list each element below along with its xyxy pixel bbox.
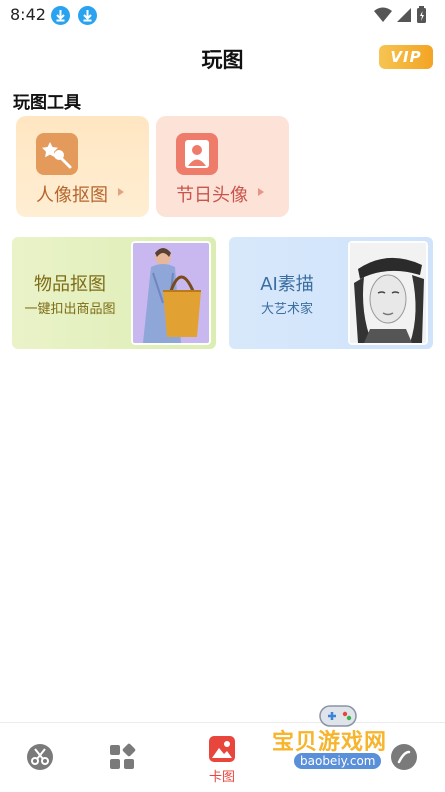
status-indicators: [373, 5, 433, 25]
feature-subtitle: 大艺术家: [260, 302, 313, 317]
ai-sketch-card[interactable]: AI素描 大艺术家: [229, 237, 433, 349]
feature-title: 物品抠图: [34, 274, 106, 295]
portrait-icon: [176, 133, 218, 175]
tool-label: 节日头像: [176, 185, 248, 206]
nav-cutout[interactable]: [10, 723, 70, 792]
apps-grid-icon: [110, 743, 136, 769]
wifi-icon: [374, 7, 392, 22]
sketch-portrait-photo: [348, 241, 428, 345]
nav-apps[interactable]: [92, 723, 152, 792]
portrait-cutout-card[interactable]: 人像抠图: [16, 116, 149, 217]
nav-card-image[interactable]: 卡图: [192, 723, 252, 792]
download-icon: [78, 6, 97, 25]
festival-avatar-card[interactable]: 节日头像: [156, 116, 289, 217]
status-bar: 8:42: [0, 0, 445, 30]
download-icon: [51, 6, 70, 25]
magic-wand-icon: [36, 133, 78, 175]
nav-label: 卡图: [208, 770, 235, 785]
feature-subtitle: 一键扣出商品图: [24, 302, 116, 317]
chevron-right-icon: [258, 188, 264, 196]
feature-title: AI素描: [260, 274, 314, 295]
chevron-right-icon: [118, 188, 124, 196]
status-time: 8:42: [10, 5, 46, 24]
watermark-url: baobeiy.com: [294, 753, 382, 769]
handbag-photo: [131, 241, 211, 345]
section-title: 玩图工具: [13, 93, 81, 113]
scissors-icon: [27, 744, 53, 770]
vip-button[interactable]: VIP: [379, 45, 433, 69]
tool-label: 人像抠图: [36, 185, 108, 206]
image-icon: [209, 736, 235, 762]
watermark-text: 宝贝游戏网: [272, 730, 388, 755]
watermark: 宝贝游戏网 baobeiy.com: [270, 700, 420, 784]
signal-icon: [397, 8, 411, 22]
object-cutout-card[interactable]: 物品抠图 一键扣出商品图: [12, 237, 216, 349]
